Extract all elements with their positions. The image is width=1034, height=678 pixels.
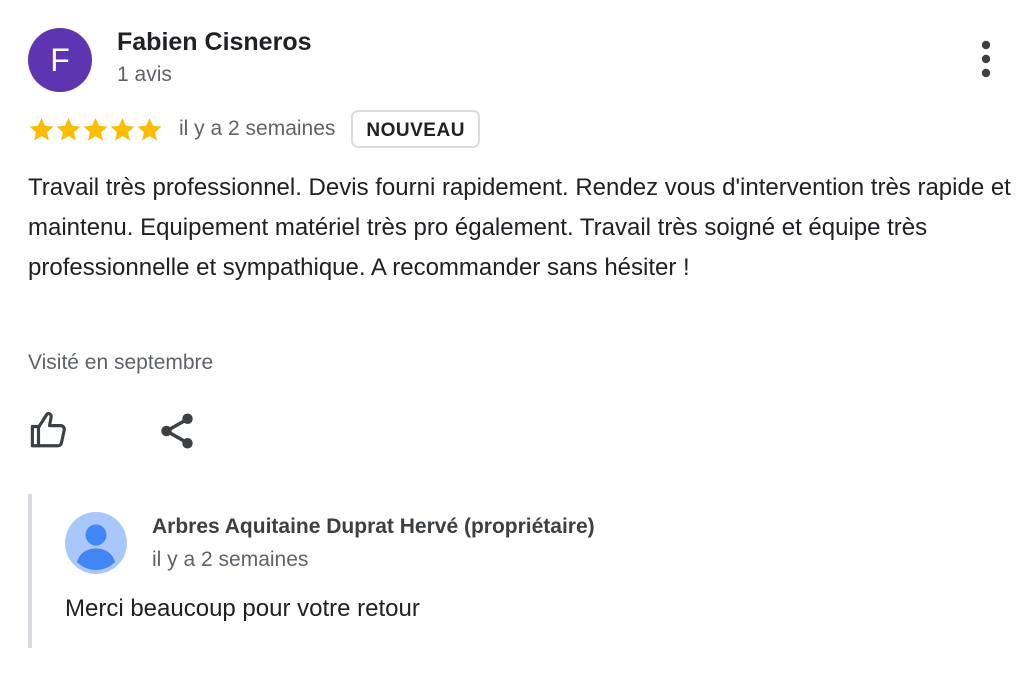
star-icon — [137, 117, 162, 141]
default-profile-icon — [65, 512, 127, 574]
rating-row: il y a 2 semaines NOUVEAU — [28, 108, 480, 150]
author-review-count: 1 avis — [117, 63, 172, 86]
new-badge: NOUVEAU — [351, 110, 480, 148]
owner-name: Arbres Aquitaine Duprat Hervé (propriéta… — [152, 515, 595, 538]
owner-reply-date: il y a 2 semaines — [152, 548, 309, 571]
star-icon — [29, 117, 54, 141]
star-icon — [83, 117, 108, 141]
owner-reply-text: Merci beaucoup pour votre retour — [65, 595, 420, 622]
more-vert-icon — [981, 40, 991, 78]
author-avatar[interactable]: F — [28, 28, 92, 92]
review-card: F Fabien Cisneros 1 avis il y a 2 semain… — [0, 0, 1034, 678]
author-avatar-initial: F — [50, 42, 70, 78]
thumb-up-icon — [30, 412, 66, 448]
like-button[interactable] — [28, 409, 70, 451]
star-icon — [110, 117, 135, 141]
star-icon — [56, 117, 81, 141]
owner-reply: Arbres Aquitaine Duprat Hervé (propriéta… — [28, 494, 1012, 648]
visit-info: Visité en septembre — [28, 351, 214, 374]
author-name[interactable]: Fabien Cisneros — [117, 28, 312, 57]
review-date: il y a 2 semaines — [179, 117, 336, 140]
owner-avatar — [65, 512, 127, 574]
share-button[interactable] — [156, 410, 198, 452]
star-rating — [28, 116, 163, 143]
more-options-button[interactable] — [966, 36, 1006, 82]
share-icon — [161, 413, 193, 449]
review-text: Travail très professionnel. Devis fourni… — [28, 174, 1011, 281]
